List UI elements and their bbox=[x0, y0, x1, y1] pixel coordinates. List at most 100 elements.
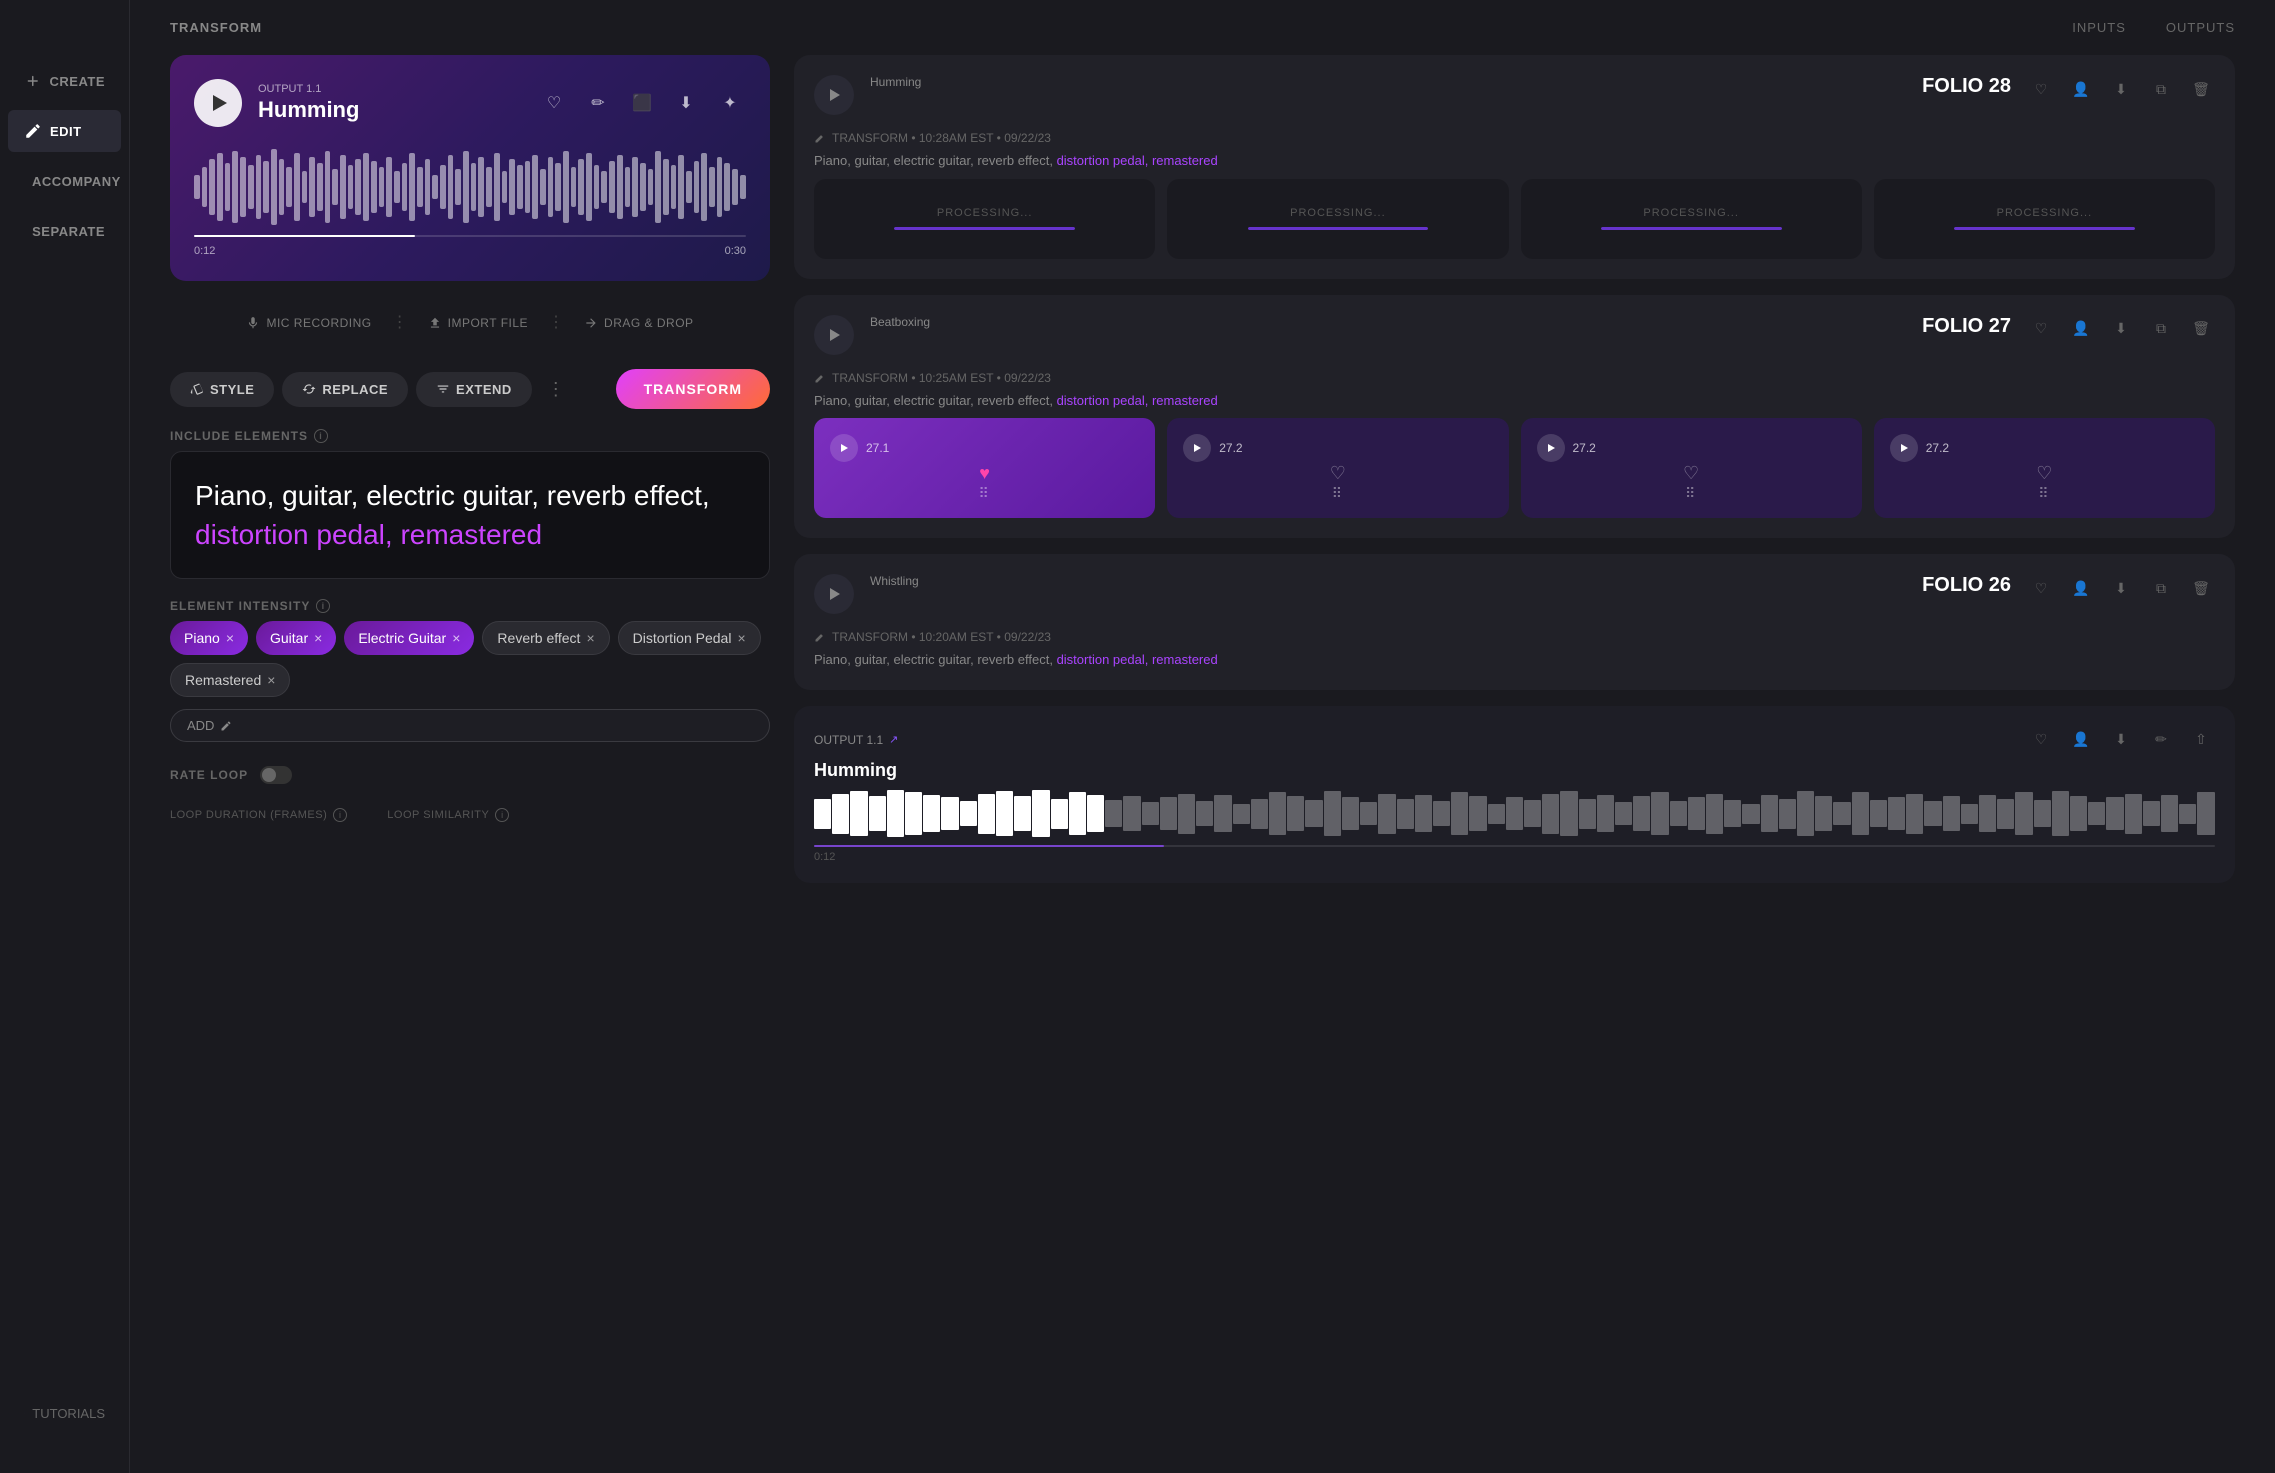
thumb-dots-27-2b[interactable]: ⠿ bbox=[1685, 485, 1697, 502]
tag-guitar[interactable]: Guitar × bbox=[256, 621, 336, 655]
folio-26-tag-link2[interactable]: remastered bbox=[1152, 652, 1218, 667]
tag-reverb-effect[interactable]: Reverb effect × bbox=[482, 621, 609, 655]
folio-26-copy[interactable]: ⧉ bbox=[2147, 574, 2175, 602]
tag-reverb-effect-close[interactable]: × bbox=[586, 630, 594, 646]
thumb-heart-27-2b[interactable]: ♡ bbox=[1683, 463, 1699, 484]
folio-28-card: Humming FOLIO 28 ♡ 👤 ⬇ ⧉ 🗑 TRANSFORM • 1… bbox=[794, 55, 2235, 279]
thumb-play-27-2c[interactable] bbox=[1890, 434, 1918, 462]
bottom-favorite[interactable]: ♡ bbox=[2027, 726, 2055, 754]
folio-28-copy[interactable]: ⧉ bbox=[2147, 75, 2175, 103]
save-button[interactable]: ⬛ bbox=[626, 87, 658, 119]
elements-textarea[interactable]: Piano, guitar, electric guitar, reverb e… bbox=[170, 451, 770, 579]
tag-remastered[interactable]: Remastered × bbox=[170, 663, 290, 697]
time-current: 0:12 bbox=[194, 245, 215, 257]
thumb-play-27-1[interactable] bbox=[830, 434, 858, 462]
rate-loop-toggle[interactable] bbox=[260, 766, 292, 784]
thumb-dots-27-2a[interactable]: ⠿ bbox=[1332, 485, 1344, 502]
tag-electric-guitar[interactable]: Electric Guitar × bbox=[344, 621, 474, 655]
folio-27-delete[interactable]: 🗑 bbox=[2187, 315, 2215, 343]
tag-guitar-close[interactable]: × bbox=[314, 630, 322, 646]
folio-27-download[interactable]: ⬇ bbox=[2107, 315, 2135, 343]
folio-26-user[interactable]: 👤 bbox=[2067, 574, 2095, 602]
folio-28-download[interactable]: ⬇ bbox=[2107, 75, 2135, 103]
tag-electric-guitar-close[interactable]: × bbox=[452, 630, 460, 646]
topbar-nav-inputs[interactable]: INPUTS bbox=[2072, 20, 2126, 35]
sidebar-item-separate[interactable]: SEPARATE bbox=[8, 210, 121, 252]
loop-duration-info[interactable]: i bbox=[333, 808, 347, 822]
folio-27-copy[interactable]: ⧉ bbox=[2147, 315, 2175, 343]
thumb-heart-27-2c[interactable]: ♡ bbox=[2036, 463, 2052, 484]
style-button[interactable]: STYLE bbox=[170, 372, 274, 407]
folio-27-tag-link[interactable]: distortion pedal, bbox=[1057, 393, 1149, 408]
folio-28-tag-link2[interactable]: remastered bbox=[1152, 153, 1218, 168]
folio-28-user[interactable]: 👤 bbox=[2067, 75, 2095, 103]
import-file-button[interactable]: IMPORT FILE bbox=[408, 305, 548, 341]
edit-button[interactable]: ✏ bbox=[582, 87, 614, 119]
folio-28-meta: TRANSFORM • 10:28AM EST • 09/22/23 bbox=[814, 131, 2215, 145]
include-elements-info[interactable]: i bbox=[314, 429, 328, 443]
output-thumb-27-1[interactable]: 27.1 ♥ ⠿ bbox=[814, 418, 1155, 518]
bottom-output-title: Humming bbox=[814, 760, 2215, 781]
processing-card-3: PROCESSING... bbox=[1521, 179, 1862, 259]
bottom-download[interactable]: ⬇ bbox=[2107, 726, 2135, 754]
folio-28-favorite[interactable]: ♡ bbox=[2027, 75, 2055, 103]
folio-28-tag-link[interactable]: distortion pedal, bbox=[1057, 153, 1149, 168]
sidebar-item-edit[interactable]: EDIT bbox=[8, 110, 121, 152]
folio-27-tag-link2[interactable]: remastered bbox=[1152, 393, 1218, 408]
more-controls-button[interactable]: ⋮ bbox=[540, 373, 572, 405]
tag-distortion-pedal[interactable]: Distortion Pedal × bbox=[618, 621, 761, 655]
folio-28-play-button[interactable] bbox=[814, 75, 854, 115]
thumb-play-27-2a[interactable] bbox=[1183, 434, 1211, 462]
mini-waveform[interactable] bbox=[814, 789, 2215, 839]
processing-bar-3 bbox=[1601, 227, 1782, 230]
edit-icon bbox=[24, 122, 42, 140]
favorite-button[interactable]: ♡ bbox=[538, 87, 570, 119]
replace-button[interactable]: REPLACE bbox=[282, 372, 408, 407]
tag-remastered-close[interactable]: × bbox=[267, 672, 275, 688]
processing-text-4: PROCESSING... bbox=[1997, 207, 2093, 219]
bottom-edit[interactable]: ✏ bbox=[2147, 726, 2175, 754]
waveform-visual[interactable] bbox=[194, 147, 746, 227]
folio-26-favorite[interactable]: ♡ bbox=[2027, 574, 2055, 602]
folio-27-user[interactable]: 👤 bbox=[2067, 315, 2095, 343]
folio-28-processing-row: PROCESSING... PROCESSING... PROCESSING..… bbox=[814, 179, 2215, 259]
drag-drop-button[interactable]: DRAG & DROP bbox=[564, 305, 714, 341]
mic-recording-button[interactable]: MIC RECORDING bbox=[226, 305, 391, 341]
thumb-heart-27-2a[interactable]: ♡ bbox=[1330, 463, 1346, 484]
tag-distortion-pedal-close[interactable]: × bbox=[737, 630, 745, 646]
folio-28-delete[interactable]: 🗑 bbox=[2187, 75, 2215, 103]
element-intensity-info[interactable]: i bbox=[316, 599, 330, 613]
folio-26-tag-link[interactable]: distortion pedal, bbox=[1057, 652, 1149, 667]
output-thumb-27-2a[interactable]: 27.2 ♡ ⠿ bbox=[1167, 418, 1508, 518]
sidebar-item-create[interactable]: CREATE bbox=[8, 60, 121, 102]
sidebar-item-accompany-label: ACCOMPANY bbox=[32, 174, 121, 189]
main-play-button[interactable] bbox=[194, 79, 242, 127]
folio-27-favorite[interactable]: ♡ bbox=[2027, 315, 2055, 343]
add-tag-button[interactable]: ADD bbox=[170, 709, 770, 742]
download-button[interactable]: ⬇ bbox=[670, 87, 702, 119]
thumb-dots-27-1[interactable]: ⠿ bbox=[978, 485, 990, 502]
output-thumb-27-2c[interactable]: 27.2 ♡ ⠿ bbox=[1874, 418, 2215, 518]
topbar-nav-outputs[interactable]: OUTPUTS bbox=[2166, 20, 2235, 35]
output-thumb-27-2b[interactable]: 27.2 ♡ ⠿ bbox=[1521, 418, 1862, 518]
sidebar-item-accompany[interactable]: ACCOMPANY bbox=[8, 160, 121, 202]
tag-piano-close[interactable]: × bbox=[226, 630, 234, 646]
tag-piano[interactable]: Piano × bbox=[170, 621, 248, 655]
thumb-play-27-2b[interactable] bbox=[1537, 434, 1565, 462]
thumb-heart-27-1[interactable]: ♥ bbox=[979, 463, 990, 484]
extend-button[interactable]: EXTEND bbox=[416, 372, 532, 407]
external-link-icon[interactable]: ↗ bbox=[889, 733, 898, 746]
bottom-user[interactable]: 👤 bbox=[2067, 726, 2095, 754]
folio-27-play-button[interactable] bbox=[814, 315, 854, 355]
thumb-dots-27-2c[interactable]: ⠿ bbox=[2038, 485, 2050, 502]
transform-button[interactable]: TRANSFORM bbox=[616, 369, 770, 409]
tag-piano-label: Piano bbox=[184, 630, 220, 646]
loop-similarity-info[interactable]: i bbox=[495, 808, 509, 822]
more-button[interactable]: ✦ bbox=[714, 87, 746, 119]
folio-26-delete[interactable]: 🗑 bbox=[2187, 574, 2215, 602]
folio-26-play-button[interactable] bbox=[814, 574, 854, 614]
sidebar-item-tutorials[interactable]: TUTORIALS bbox=[8, 1393, 121, 1433]
folio-26-card: Whistling FOLIO 26 ♡ 👤 ⬇ ⧉ 🗑 TRANSFORM •… bbox=[794, 554, 2235, 690]
bottom-share[interactable]: ⇧ bbox=[2187, 726, 2215, 754]
folio-26-download[interactable]: ⬇ bbox=[2107, 574, 2135, 602]
